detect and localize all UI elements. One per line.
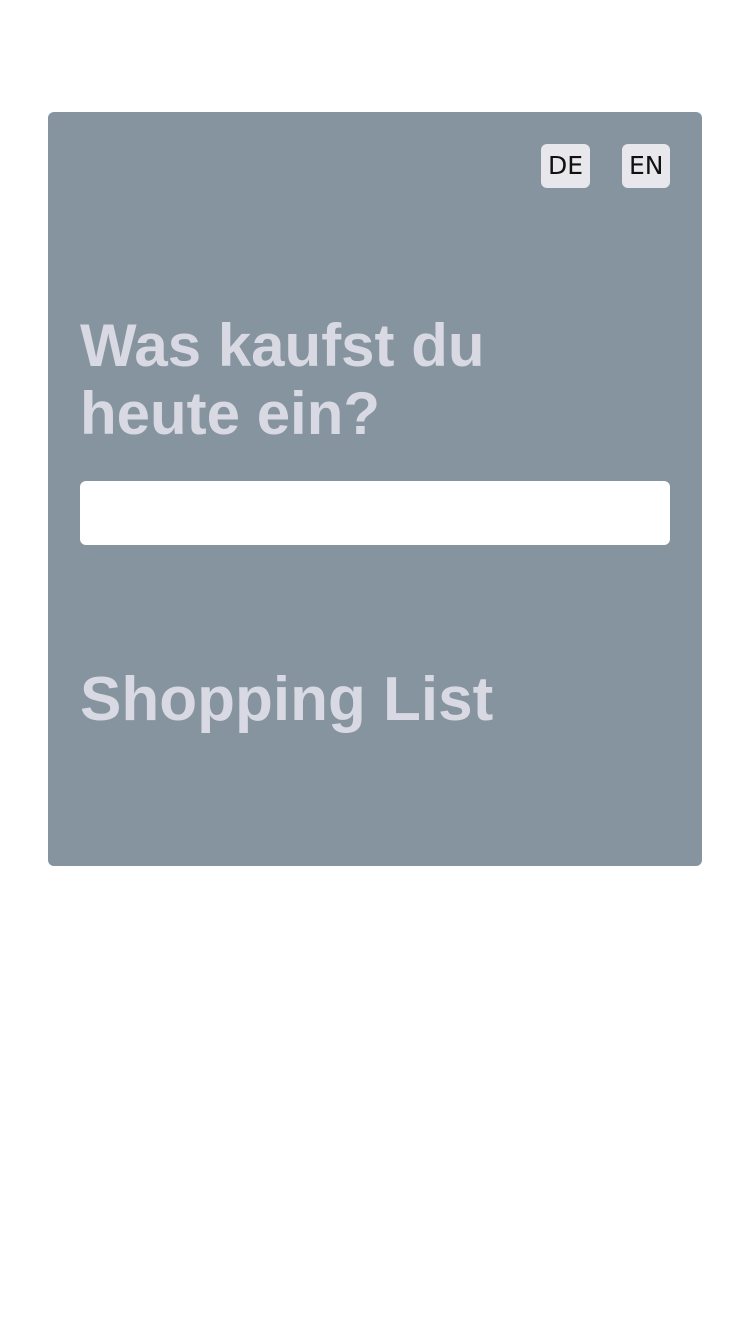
language-de-button[interactable]: DE [541,144,590,188]
shopping-card: DE EN Was kaufst du heute ein? Shopping … [48,112,702,866]
prompt-heading: Was kaufst du heute ein? [80,312,485,447]
shopping-list-title: Shopping List [80,665,494,734]
language-en-button[interactable]: EN [622,144,670,188]
item-input[interactable] [80,481,670,545]
